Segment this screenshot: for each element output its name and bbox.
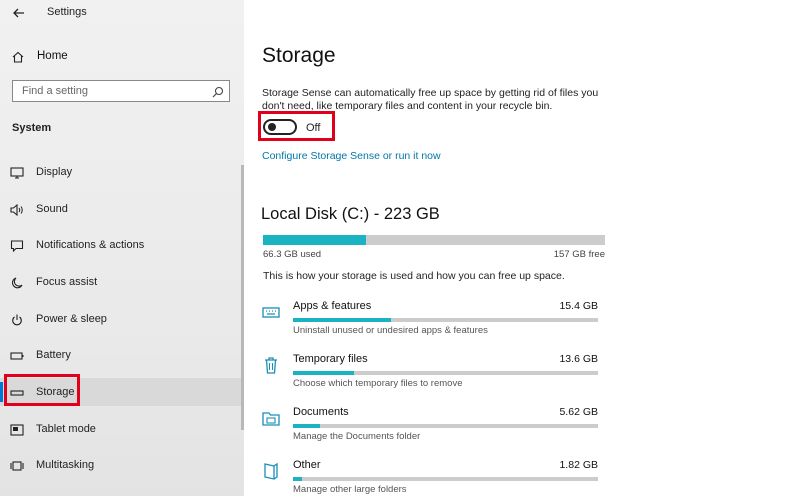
category-usage-fill <box>293 424 321 428</box>
battery-icon <box>10 349 24 361</box>
page-title: Storage <box>262 44 336 67</box>
keyboard-icon <box>261 302 281 322</box>
category-usage-fill <box>293 371 354 375</box>
category-subtitle: Choose which temporary files to remove <box>293 378 463 389</box>
sidebar-item-battery[interactable]: Battery <box>0 341 244 369</box>
category-subtitle: Uninstall unused or undesired apps & fea… <box>293 325 488 336</box>
highlight-box-storage <box>4 374 80 406</box>
disk-free-label: 157 GB free <box>553 249 605 260</box>
category-name: Temporary files <box>293 353 368 365</box>
category-usage-fill <box>293 477 303 481</box>
monitor-icon <box>10 166 24 179</box>
sidebar-item-label: Tablet mode <box>36 423 96 435</box>
category-other[interactable]: Other 1.82 GB Manage other large folders <box>261 459 601 504</box>
disk-usage-fill <box>263 235 366 245</box>
file-icon <box>261 461 281 481</box>
search-icon[interactable] <box>212 85 224 98</box>
main-content: Storage Storage Sense can automatically … <box>244 0 800 496</box>
usage-intro-text: This is how your storage is used and how… <box>263 270 565 282</box>
disk-usage-bar <box>263 235 605 245</box>
sidebar-item-label: Display <box>36 166 73 178</box>
category-size: 15.4 GB <box>559 300 598 312</box>
sidebar-item-focus-assist[interactable]: Focus assist <box>0 268 244 296</box>
power-icon <box>10 313 24 326</box>
disk-used-label: 66.3 GB used <box>263 249 322 260</box>
notification-icon <box>10 239 24 253</box>
category-usage-fill <box>293 318 391 322</box>
category-subtitle: Manage other large folders <box>293 484 407 495</box>
category-size: 13.6 GB <box>559 353 598 365</box>
tablet-icon <box>10 423 24 436</box>
category-documents[interactable]: Documents 5.62 GB Manage the Documents f… <box>261 406 601 451</box>
sidebar-item-display[interactable]: Display <box>0 158 244 186</box>
category-usage-bar <box>293 371 598 375</box>
category-temporary-files[interactable]: Temporary files 13.6 GB Choose which tem… <box>261 353 601 398</box>
folder-icon <box>261 408 281 428</box>
disk-title: Local Disk (C:) - 223 GB <box>261 205 440 223</box>
moon-icon <box>10 276 24 289</box>
home-icon <box>12 50 24 63</box>
trash-icon <box>261 355 281 375</box>
search-input[interactable] <box>20 84 209 98</box>
sidebar-item-power-sleep[interactable]: Power & sleep <box>0 305 244 333</box>
section-heading: System <box>12 122 52 134</box>
category-name: Documents <box>293 406 349 418</box>
home-nav-item[interactable]: Home <box>0 44 244 68</box>
search-box[interactable] <box>12 80 230 102</box>
category-usage-bar <box>293 318 598 322</box>
window-title: Settings <box>47 6 87 18</box>
category-apps-features[interactable]: Apps & features 15.4 GB Uninstall unused… <box>261 300 601 345</box>
home-label: Home <box>37 50 68 62</box>
storage-sense-description: Storage Sense can automatically free up … <box>262 87 599 112</box>
category-usage-bar <box>293 424 598 428</box>
category-size: 5.62 GB <box>559 406 598 418</box>
speaker-icon <box>10 203 24 217</box>
category-name: Other <box>293 459 321 471</box>
sidebar-item-label: Battery <box>36 349 71 361</box>
category-subtitle: Manage the Documents folder <box>293 431 421 442</box>
sidebar-item-label: Focus assist <box>36 276 98 288</box>
multitasking-icon <box>10 459 24 471</box>
sidebar-item-multitasking[interactable]: Multitasking <box>0 451 244 479</box>
sidebar-item-label: Multitasking <box>36 459 95 471</box>
sidebar-item-label: Power & sleep <box>36 313 107 325</box>
configure-storage-sense-link[interactable]: Configure Storage Sense or run it now <box>262 150 441 162</box>
sidebar-item-notifications[interactable]: Notifications & actions <box>0 231 244 259</box>
category-size: 1.82 GB <box>559 459 598 471</box>
back-arrow-icon[interactable] <box>12 6 26 20</box>
sidebar-item-label: Notifications & actions <box>36 239 145 251</box>
sidebar-item-sound[interactable]: Sound <box>0 195 244 223</box>
category-usage-bar <box>293 477 598 481</box>
sidebar-item-tablet-mode[interactable]: Tablet mode <box>0 415 244 443</box>
sidebar-item-label: Sound <box>36 203 68 215</box>
category-name: Apps & features <box>293 300 372 312</box>
highlight-box-toggle <box>258 111 335 141</box>
sidebar: Settings Home System Display Sound Notif… <box>0 0 244 496</box>
